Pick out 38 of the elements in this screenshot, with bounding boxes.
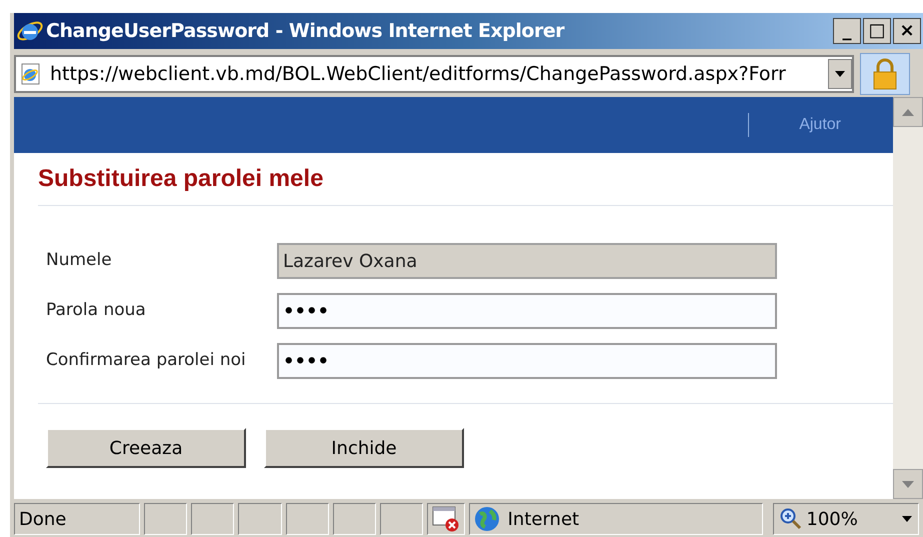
address-field[interactable]: https://webclient.vb.md/BOL.WebClient/editforms/ChangePassword.aspx?Forr xyxy=(14,55,854,93)
password-field[interactable]: •••• xyxy=(277,343,777,379)
scrollbar[interactable] xyxy=(893,97,923,499)
status-panel xyxy=(380,503,424,535)
form-title: Substituirea parolei mele xyxy=(38,164,324,194)
security-button[interactable] xyxy=(860,53,910,95)
caret-icon xyxy=(902,516,912,522)
maximize-button[interactable]: □ xyxy=(863,18,891,44)
field-label: Parola noua xyxy=(46,299,147,322)
field-label: Numele xyxy=(46,249,113,272)
password-field[interactable]: •••• xyxy=(277,293,777,329)
zoom-icon xyxy=(780,508,802,530)
zoom-button[interactable]: 100% xyxy=(773,503,919,535)
status-panel xyxy=(332,503,376,535)
window-title: ChangeUserPassword - Windows Internet Explorer xyxy=(46,18,564,44)
page-icon xyxy=(20,63,42,85)
caret-icon xyxy=(835,71,845,77)
scroll-down-button[interactable] xyxy=(893,469,923,499)
scroll-up-button[interactable] xyxy=(893,97,923,127)
padlock-icon xyxy=(872,58,898,90)
down-arrow-icon xyxy=(902,480,914,488)
status-panel xyxy=(286,503,329,535)
dropdown-button[interactable] xyxy=(828,59,852,89)
status-panel xyxy=(191,503,234,535)
help-link[interactable]: Ajutor xyxy=(799,113,841,137)
globe-icon xyxy=(474,506,500,532)
status-text: Done xyxy=(14,503,140,535)
status-panel xyxy=(238,503,282,535)
close-form-button[interactable]: Inchide xyxy=(264,428,464,468)
close-button[interactable]: × xyxy=(893,18,921,44)
field-label: Confirmarea parolei noi xyxy=(46,349,247,372)
url-text: https://webclient.vb.md/BOL.WebClient/editforms/ChangePassword.aspx?Forr xyxy=(50,62,787,87)
status-panel xyxy=(144,503,188,535)
minimize-button[interactable]: _ xyxy=(833,18,861,44)
up-arrow-icon xyxy=(902,108,914,116)
blocked-popup-icon xyxy=(432,506,460,532)
zone-text: Internet xyxy=(508,508,580,532)
create-button[interactable]: Creeaza xyxy=(46,428,246,468)
